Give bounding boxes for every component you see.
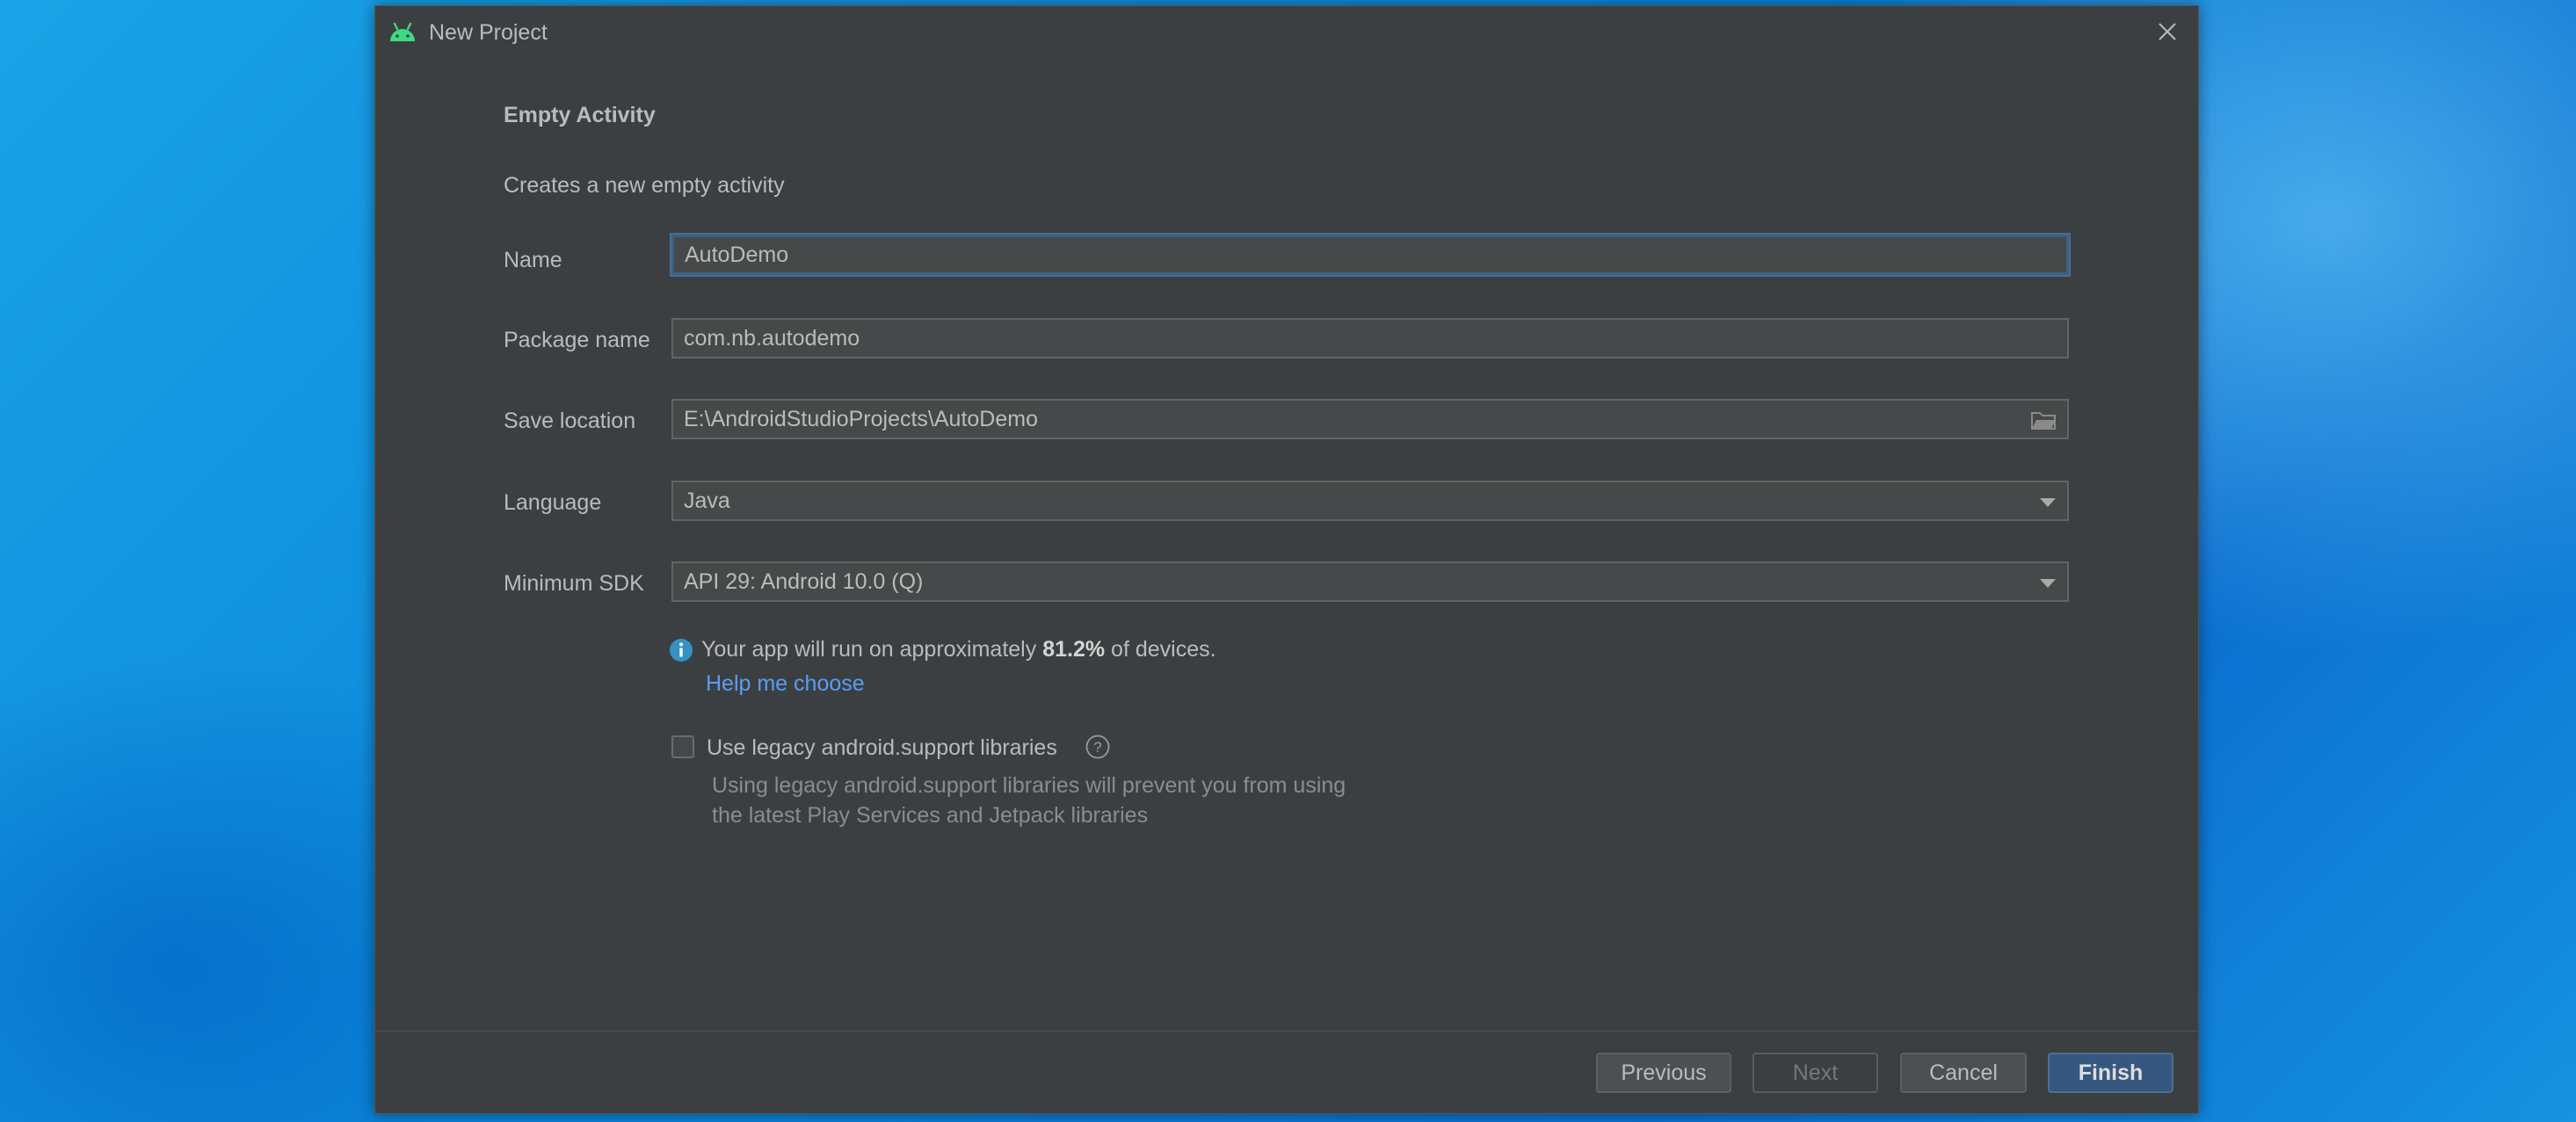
package-name-field[interactable]: com.nb.autodemo bbox=[671, 318, 2069, 358]
window-title: New Project bbox=[429, 20, 548, 45]
coverage-percentage: 81.2% bbox=[1042, 637, 1106, 662]
legacy-support-checkbox[interactable] bbox=[671, 735, 694, 758]
template-heading: Empty Activity bbox=[504, 103, 656, 127]
minimum-sdk-dropdown[interactable]: API 29: Android 10.0 (Q) bbox=[671, 561, 2069, 602]
device-coverage-text: Your app will run on approximately 81.2%… bbox=[701, 637, 1216, 662]
chevron-down-icon bbox=[2040, 579, 2056, 588]
chevron-down-icon bbox=[2040, 498, 2056, 507]
save-location-label: Save location bbox=[504, 409, 636, 433]
minimum-sdk-value: API 29: Android 10.0 (Q) bbox=[684, 569, 924, 594]
package-name-value: com.nb.autodemo bbox=[684, 326, 860, 351]
legacy-support-label[interactable]: Use legacy android.support libraries bbox=[707, 735, 1057, 761]
help-me-choose-link[interactable]: Help me choose bbox=[706, 671, 865, 697]
finish-button[interactable]: Finish bbox=[2048, 1053, 2173, 1093]
question-mark-icon[interactable]: ? bbox=[1085, 735, 1110, 759]
previous-button[interactable]: Previous bbox=[1596, 1053, 1731, 1093]
minimum-sdk-label: Minimum SDK bbox=[504, 571, 644, 596]
close-icon[interactable] bbox=[2156, 20, 2179, 43]
save-location-value: E:\AndroidStudioProjects\AutoDemo bbox=[684, 407, 1038, 431]
name-value: AutoDemo bbox=[685, 242, 789, 267]
save-location-field[interactable]: E:\AndroidStudioProjects\AutoDemo bbox=[671, 399, 2069, 439]
cancel-button[interactable]: Cancel bbox=[1900, 1053, 2027, 1093]
package-name-label: Package name bbox=[504, 328, 650, 352]
language-label: Language bbox=[504, 490, 602, 515]
svg-text:?: ? bbox=[1093, 739, 1101, 756]
folder-icon[interactable] bbox=[2030, 409, 2057, 431]
footer-divider bbox=[375, 1031, 2198, 1032]
new-project-dialog: New Project Empty Activity Creates a new… bbox=[374, 5, 2199, 1114]
legacy-description-line-2: the latest Play Services and Jetpack lib… bbox=[712, 803, 1149, 828]
title-bar: New Project bbox=[375, 6, 2198, 59]
coverage-prefix: Your app will run on approximately bbox=[701, 637, 1037, 662]
name-label: Name bbox=[504, 248, 562, 272]
coverage-suffix: of devices. bbox=[1111, 637, 1216, 662]
android-icon bbox=[390, 22, 415, 41]
legacy-description-line-1: Using legacy android.support libraries w… bbox=[712, 773, 1346, 798]
next-button[interactable]: Next bbox=[1752, 1053, 1878, 1093]
language-dropdown[interactable]: Java bbox=[671, 481, 2069, 521]
name-field[interactable]: AutoDemo bbox=[671, 235, 2069, 275]
language-value: Java bbox=[684, 489, 730, 513]
info-icon bbox=[670, 639, 693, 662]
template-description: Creates a new empty activity bbox=[504, 173, 785, 198]
